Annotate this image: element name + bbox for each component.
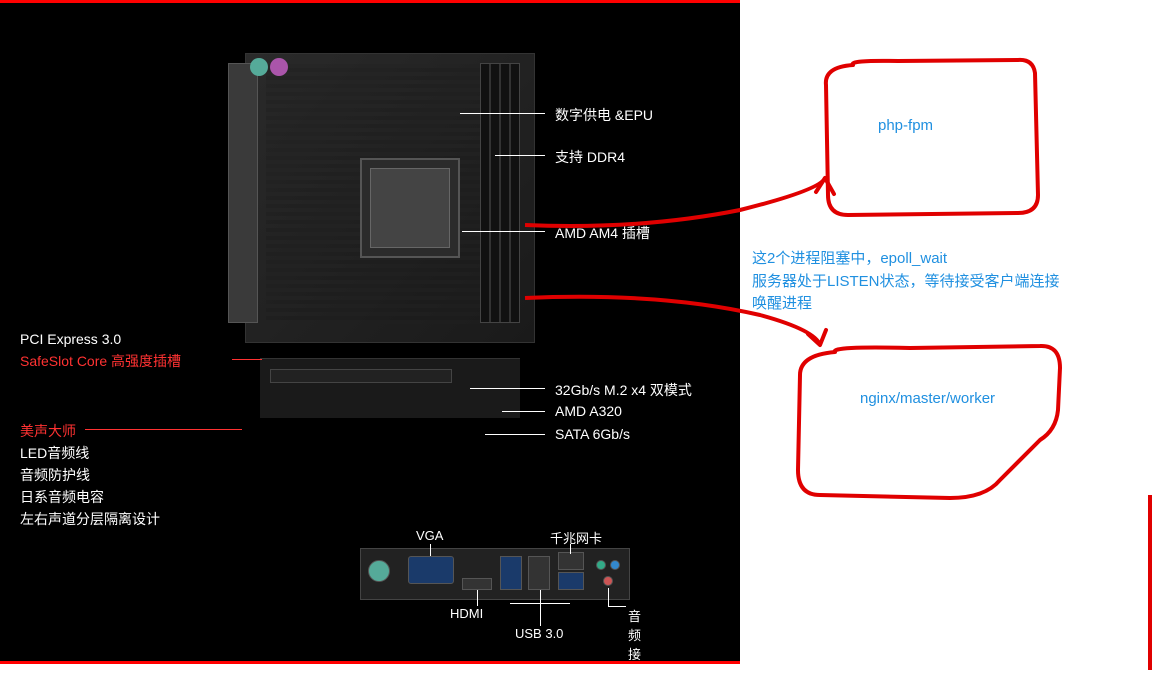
leader-audio-io	[608, 588, 609, 606]
label-sata: SATA 6Gb/s	[555, 426, 630, 442]
sketch-stray-line	[1145, 495, 1155, 670]
label-pcie: PCI Express 3.0	[20, 331, 121, 347]
leader-a320	[502, 411, 545, 412]
leader-epu	[460, 113, 545, 114]
label-audio-title: 美声大师	[20, 421, 76, 441]
io-label-lan: 千兆网卡	[550, 528, 602, 547]
io-usb3-c	[558, 572, 584, 590]
label-m2: 32Gb/s M.2 x4 双模式	[555, 380, 692, 400]
io-label-audio: 音频接口	[628, 606, 650, 682]
leader-m2	[470, 388, 545, 389]
sketch-arrow-1	[520, 170, 850, 240]
annot-note-line1: 这2个进程阻塞中，epoll_wait	[752, 248, 1152, 271]
io-usb3-b	[528, 556, 550, 590]
leader-usb3-h	[510, 603, 570, 604]
io-ps2	[368, 560, 390, 582]
ps2-port-purple	[270, 58, 288, 76]
sketch-arrow-2	[520, 290, 830, 360]
leader-vga	[430, 544, 431, 556]
leader-lan	[570, 544, 571, 554]
io-audio-3	[603, 576, 613, 586]
io-audio-2	[610, 560, 620, 570]
io-label-hdmi: HDMI	[450, 606, 483, 621]
io-backplate	[360, 548, 630, 600]
io-vga	[408, 556, 454, 584]
ps2-port-green	[250, 58, 268, 76]
label-safeslot: SafeSlot Core 高强度插槽	[20, 351, 181, 371]
label-a320: AMD A320	[555, 403, 622, 419]
label-audio-2: 音频防护线	[20, 465, 90, 485]
leader-hdmi	[477, 590, 478, 606]
io-hdmi	[462, 578, 492, 590]
io-audio-1	[596, 560, 606, 570]
annot-phpfpm: php-fpm	[878, 115, 933, 138]
io-lan	[558, 552, 584, 570]
io-usb3-a	[500, 556, 522, 590]
label-audio-1: LED音频线	[20, 443, 89, 463]
annot-nginx: nginx/master/worker	[860, 388, 995, 411]
cpu-socket	[360, 158, 460, 258]
io-label-vga: VGA	[416, 528, 443, 543]
io-shield	[228, 63, 258, 323]
io-panel: VGA 千兆网卡 HDMI USB 3.0 音频接口	[360, 528, 650, 618]
label-ddr4: 支持 DDR4	[555, 147, 625, 167]
leader-sata	[485, 434, 545, 435]
sketch-box-nginx	[790, 340, 1070, 510]
io-label-usb3: USB 3.0	[515, 626, 563, 641]
leader-ddr4	[495, 155, 545, 156]
label-audio-3: 日系音频电容	[20, 487, 104, 507]
sketch-box-phpfpm	[818, 55, 1048, 225]
ram-slots	[480, 63, 520, 323]
leader-audio	[85, 429, 242, 430]
label-audio-4: 左右声道分层隔离设计	[20, 509, 160, 529]
label-epu: 数字供电 &EPU	[555, 105, 653, 125]
leader-audio-io-h	[608, 606, 626, 607]
leader-safeslot	[232, 359, 262, 360]
leader-usb3	[540, 590, 541, 626]
